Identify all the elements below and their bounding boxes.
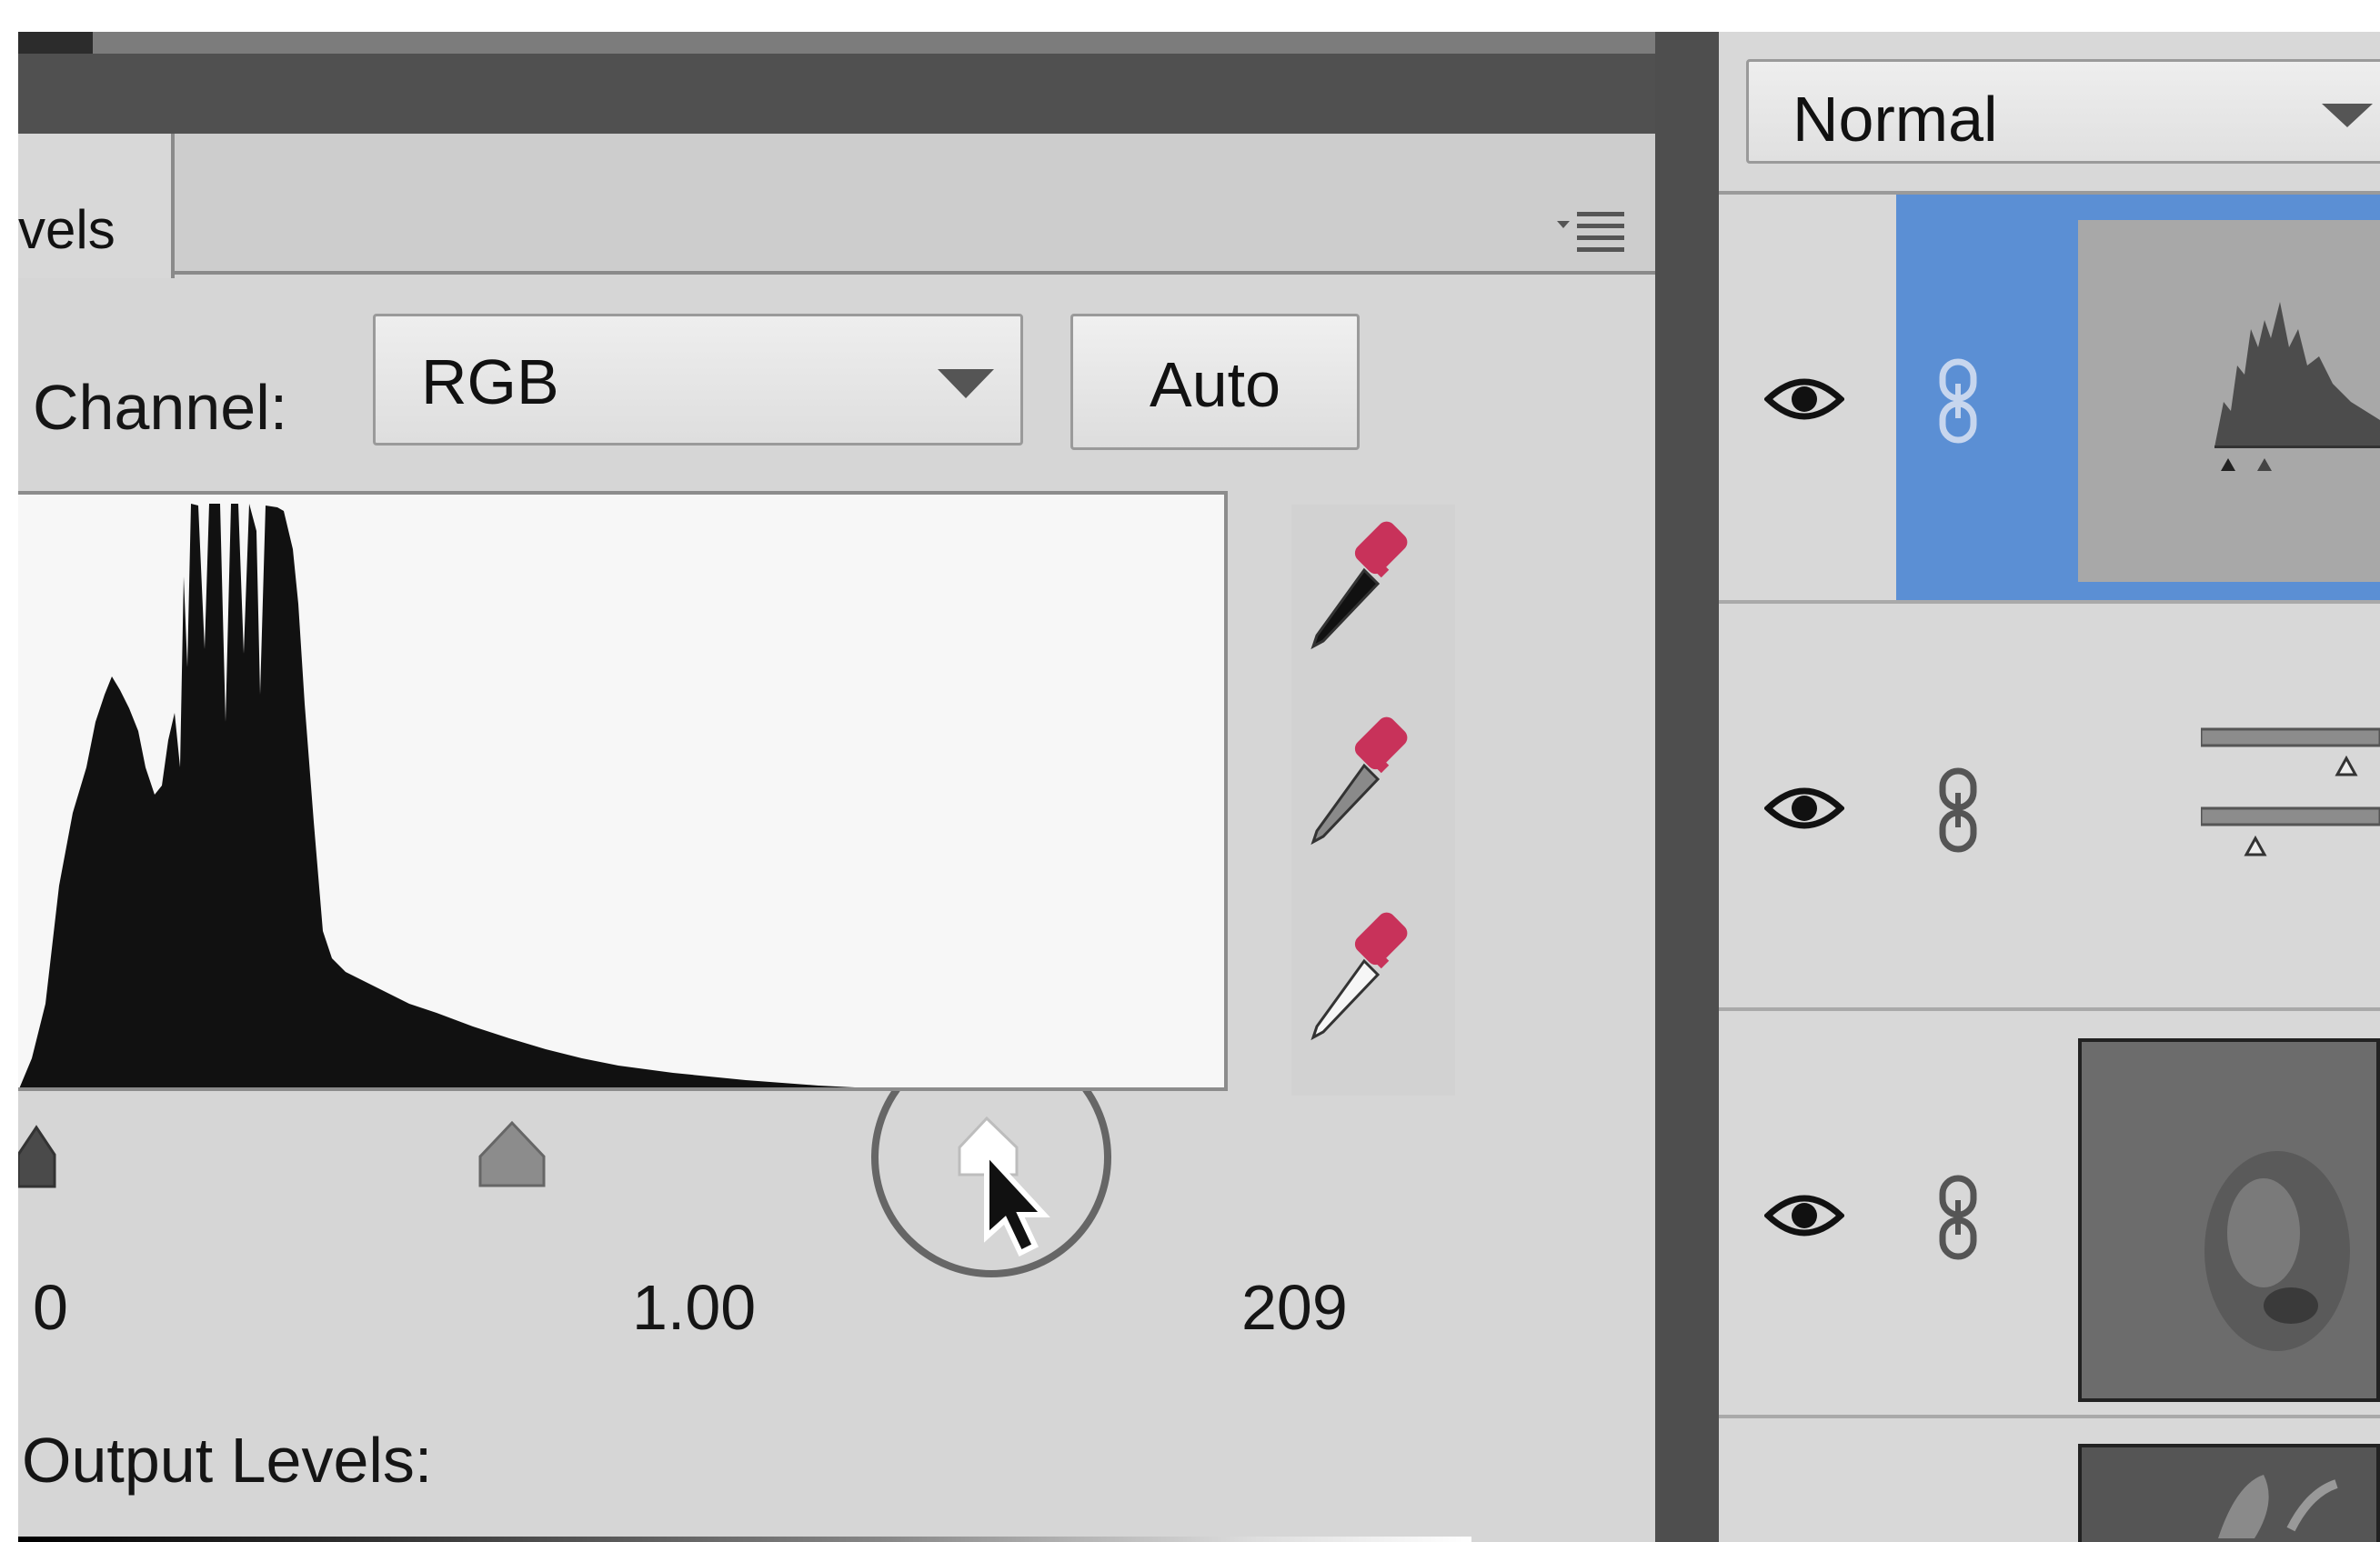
histogram-thumbnail-icon	[2214, 302, 2380, 471]
output-levels-label: Output Levels:	[22, 1425, 433, 1496]
black-eyedropper-icon[interactable]	[1311, 517, 1411, 650]
eye-icon[interactable]	[1764, 1188, 1844, 1243]
title-bar-strip	[93, 32, 1655, 54]
panel-menu-icon[interactable]	[1555, 210, 1628, 255]
link-icon[interactable]	[1935, 358, 1981, 444]
blend-mode-select[interactable]: Normal	[1746, 59, 2380, 164]
image-thumbnail	[2218, 1475, 2338, 1538]
channel-select-value: RGB	[421, 346, 559, 417]
channel-label: Channel:	[33, 372, 288, 443]
histogram-graph	[19, 504, 855, 1087]
link-icon[interactable]	[1935, 767, 1981, 853]
output-levels-gradient[interactable]	[18, 1537, 1471, 1542]
levels-panel: vels Channel: RGB Auto 0 1.00 209 Output…	[18, 32, 1655, 1542]
layer-thumbnail	[2078, 1444, 2380, 1542]
eyedropper-tools	[1291, 505, 1455, 1096]
tab-levels[interactable]: vels	[18, 134, 175, 278]
layer-row[interactable]	[1719, 604, 2380, 1011]
eye-icon[interactable]	[1764, 781, 1844, 836]
panel-title-bar	[18, 32, 1655, 134]
midtone-handle[interactable]	[478, 1120, 546, 1187]
histogram-shape	[19, 504, 855, 1087]
levels-adjustment-icon	[2201, 727, 2380, 856]
chevron-down-icon	[2322, 104, 2373, 127]
image-thumbnail	[2204, 1151, 2350, 1351]
layer-row[interactable]	[1719, 1418, 2380, 1542]
input-gamma-value[interactable]: 1.00	[632, 1276, 756, 1339]
eye-icon[interactable]	[1764, 372, 1844, 426]
layer-row[interactable]	[1719, 195, 2380, 604]
black-point-handle[interactable]	[18, 1125, 56, 1188]
auto-button-label: Auto	[1150, 349, 1280, 420]
histogram	[18, 491, 1228, 1091]
panel-tab-bar	[18, 134, 1655, 275]
white-eyedropper-icon[interactable]	[1311, 908, 1411, 1041]
blend-mode-value: Normal	[1793, 84, 1998, 155]
channel-select[interactable]: RGB	[373, 314, 1023, 446]
layers-panel: Normal	[1719, 32, 2380, 1542]
tab-levels-label: vels	[18, 199, 115, 260]
input-black-value[interactable]: 0	[33, 1276, 68, 1339]
gray-eyedropper-icon[interactable]	[1311, 713, 1411, 846]
link-icon[interactable]	[1935, 1175, 1981, 1260]
input-white-value[interactable]: 209	[1241, 1276, 1348, 1339]
chevron-down-icon	[938, 369, 994, 398]
input-levels-slider[interactable]	[18, 1037, 1228, 1277]
layer-row[interactable]	[1719, 1011, 2380, 1418]
layer-thumbnail	[2078, 220, 2380, 582]
auto-button[interactable]: Auto	[1070, 314, 1360, 450]
layer-thumbnail	[2078, 1038, 2380, 1402]
panel-divider	[1655, 32, 1719, 1542]
title-bar-edge	[18, 32, 93, 54]
